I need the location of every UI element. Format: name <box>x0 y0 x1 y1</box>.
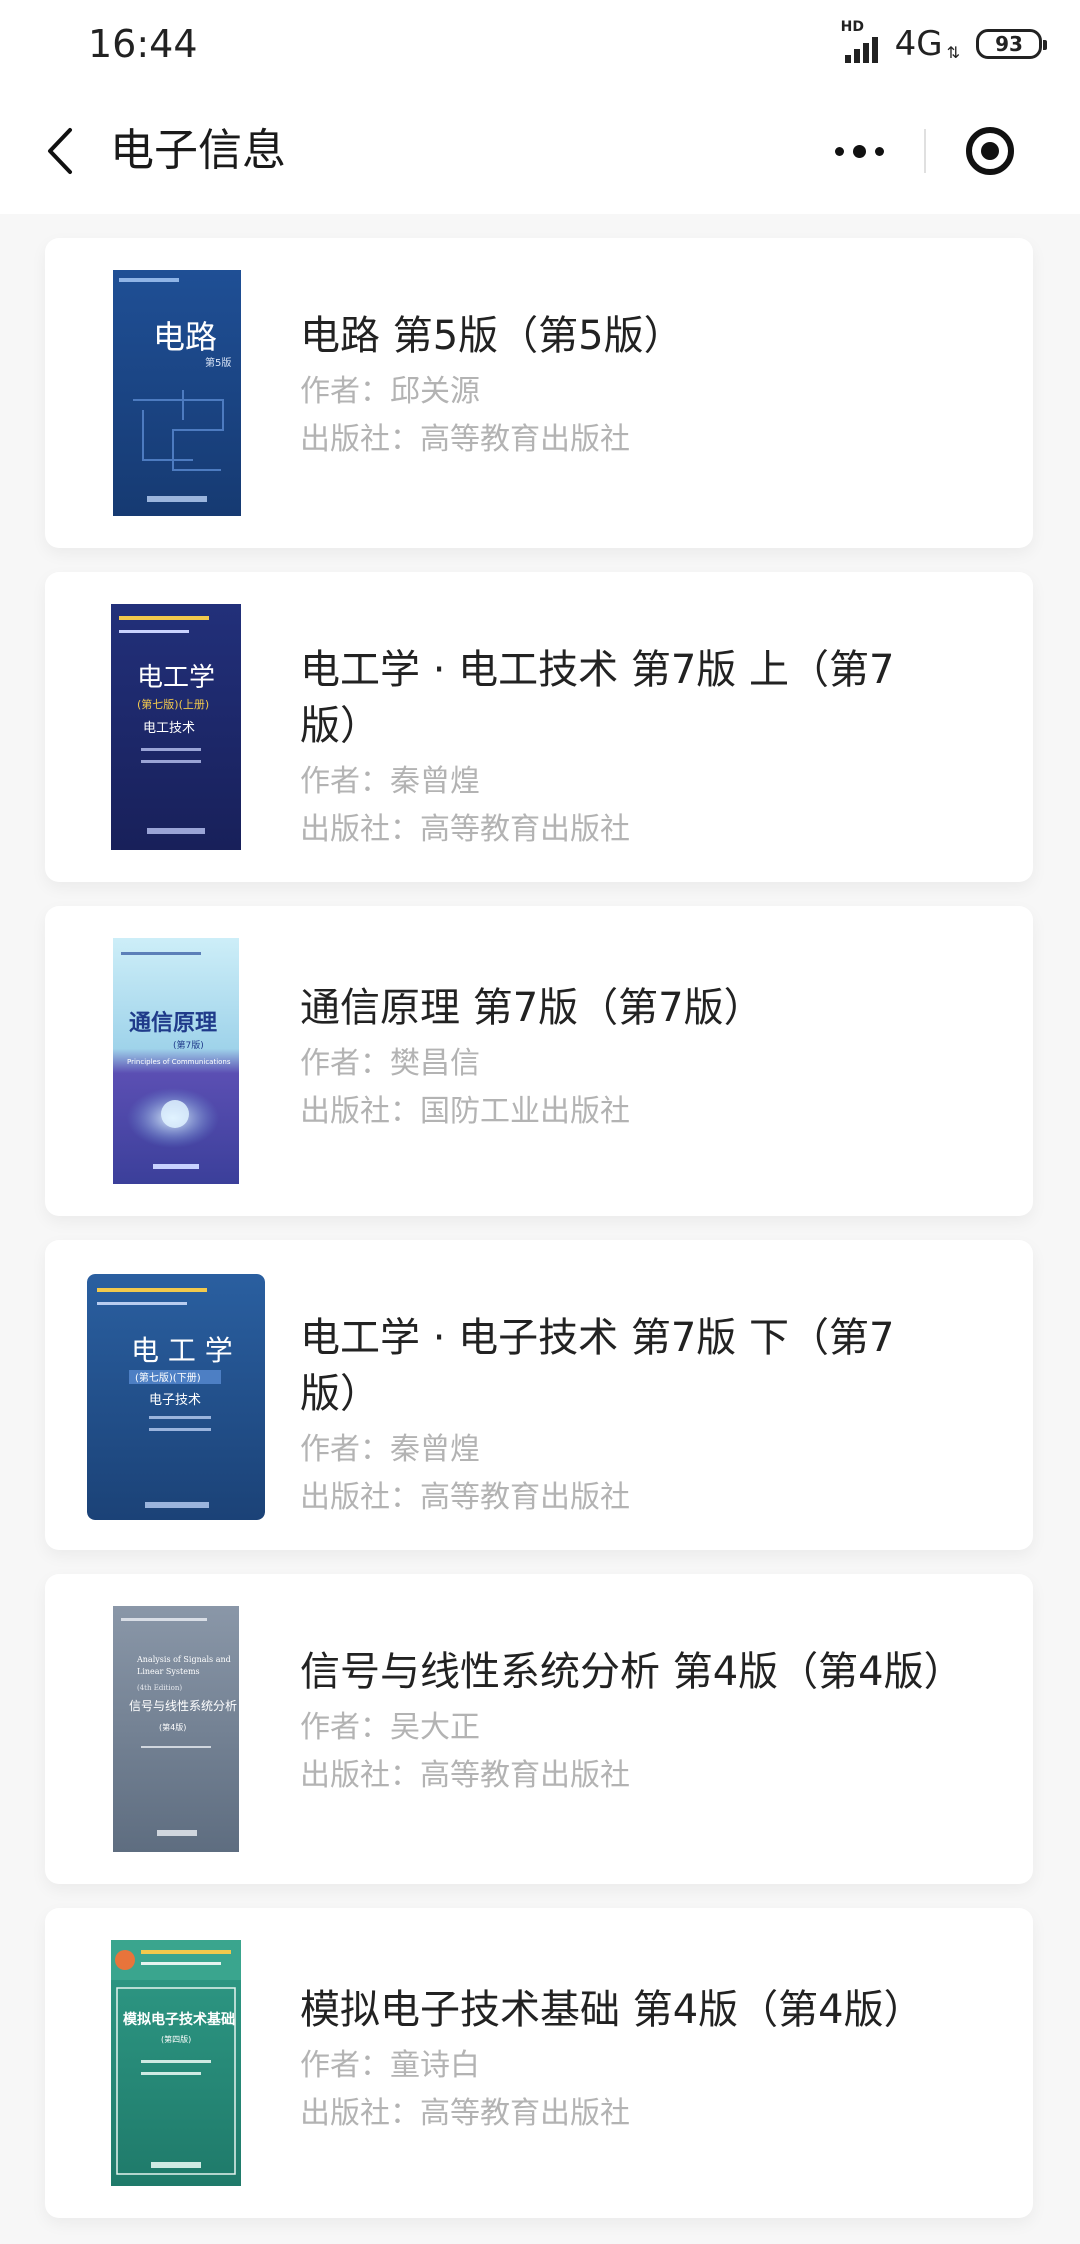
svg-text:模拟电子技术基础: 模拟电子技术基础 <box>123 2011 235 2028</box>
book-info: 电工学 · 电子技术 第7版 下（第7版） 作者：秦曾煌 出版社：高等教育出版社 <box>300 1310 950 1522</box>
book-info: 电路 第5版（第5版） 作者：邱关源 出版社：高等教育出版社 <box>300 308 950 464</box>
svg-text:电工学: 电工学 <box>137 663 215 693</box>
book-card[interactable]: 电路 第5版 电路 第5版（第5版） 作者：邱关源 出版社：高等教育出版社 <box>45 238 1033 548</box>
svg-text:电子技术: 电子技术 <box>149 1393 201 1408</box>
book-publisher: 出版社：高等教育出版社 <box>300 1758 630 1793</box>
book-author: 作者：秦曾煌 <box>300 1432 480 1467</box>
book-title: 电工学 · 电工技术 第7版 上（第7版） <box>300 647 895 749</box>
book-card[interactable]: 电工学 (第七版)(上册) 电工技术 电工学 · 电工技术 第7版 上（第7版）… <box>45 572 1033 882</box>
back-arrow-icon <box>48 128 72 174</box>
network-type: 4G <box>894 24 943 64</box>
data-activity-icon: ⇅ <box>946 42 960 62</box>
svg-text:Analysis of Signals and: Analysis of Signals and <box>136 1655 231 1664</box>
svg-text:电工技术: 电工技术 <box>143 721 195 736</box>
target-icon <box>966 127 1014 175</box>
more-dot-icon <box>834 146 844 156</box>
status-icons: HD 4G ⇅ 93 <box>841 19 1047 66</box>
book-cover-image: 通信原理 (第7版) Principles of Communications <box>113 938 239 1184</box>
book-card[interactable]: 通信原理 (第7版) Principles of Communications … <box>45 906 1033 1216</box>
book-info: 模拟电子技术基础 第4版（第4版） 作者：童诗白 出版社：高等教育出版社 <box>300 1982 950 2138</box>
more-button[interactable] <box>794 114 924 188</box>
svg-text:(第4版): (第4版) <box>159 1722 186 1732</box>
svg-text:信号与线性系统分析: 信号与线性系统分析 <box>129 1699 237 1713</box>
svg-text:电 工 学: 电 工 学 <box>131 1334 233 1367</box>
nav-bar: 电子信息 <box>0 88 1080 214</box>
page-title: 电子信息 <box>110 125 286 176</box>
book-publisher: 出版社：高等教育出版社 <box>300 422 630 457</box>
more-dot-icon <box>874 146 884 156</box>
book-title: 信号与线性系统分析 第4版（第4版） <box>300 1649 964 1695</box>
book-card[interactable]: 电 工 学 (第七版)(下册) 电子技术 电工学 · 电子技术 第7版 下（第7… <box>45 1240 1033 1550</box>
book-card[interactable]: Analysis of Signals and Linear Systems (… <box>45 1574 1033 1884</box>
svg-text:Principles of Communications: Principles of Communications <box>127 1058 231 1066</box>
book-publisher: 出版社：高等教育出版社 <box>300 2096 630 2131</box>
status-time: 16:44 <box>88 22 198 66</box>
svg-text:(第四版): (第四版) <box>161 2034 191 2044</box>
book-title: 电路 第5版（第5版） <box>300 313 684 359</box>
more-dot-icon <box>852 144 866 158</box>
book-info: 通信原理 第7版（第7版） 作者：樊昌信 出版社：国防工业出版社 <box>300 980 950 1136</box>
book-info: 电工学 · 电工技术 第7版 上（第7版） 作者：秦曾煌 出版社：高等教育出版社 <box>300 642 950 854</box>
svg-text:通信原理: 通信原理 <box>129 1010 217 1036</box>
book-cover-image: 电路 第5版 <box>113 270 241 516</box>
book-cover-image: Analysis of Signals and Linear Systems (… <box>113 1606 239 1852</box>
book-title: 通信原理 第7版（第7版） <box>300 985 764 1031</box>
book-card[interactable]: 模拟电子技术基础 (第四版) 模拟电子技术基础 第4版（第4版） 作者：童诗白 … <box>45 1908 1033 2218</box>
book-publisher: 出版社：高等教育出版社 <box>300 1480 630 1515</box>
book-info: 信号与线性系统分析 第4版（第4版） 作者：吴大正 出版社：高等教育出版社 <box>300 1644 964 1800</box>
close-mini-program-button[interactable] <box>926 114 1054 188</box>
book-cover-image: 模拟电子技术基础 (第四版) <box>111 1940 241 2186</box>
svg-text:第5版: 第5版 <box>205 356 231 369</box>
book-publisher: 出版社：国防工业出版社 <box>300 1094 630 1129</box>
back-button[interactable] <box>30 118 90 184</box>
battery-level: 93 <box>995 32 1023 56</box>
book-publisher: 出版社：高等教育出版社 <box>300 812 630 847</box>
book-author: 作者：樊昌信 <box>300 1046 480 1081</box>
book-title: 电工学 · 电子技术 第7版 下（第7版） <box>300 1315 895 1417</box>
book-author: 作者：邱关源 <box>300 374 480 409</box>
book-author: 作者：吴大正 <box>300 1710 480 1745</box>
book-cover-image: 电工学 (第七版)(上册) 电工技术 <box>111 604 241 850</box>
svg-text:(4th Edition): (4th Edition) <box>137 1684 182 1692</box>
svg-text:(第七版)(上册): (第七版)(上册) <box>137 697 209 711</box>
mini-program-capsule <box>794 114 1054 188</box>
book-author: 作者：童诗白 <box>300 2048 480 2083</box>
book-cover-image: 电 工 学 (第七版)(下册) 电子技术 <box>87 1274 265 1520</box>
svg-text:Linear Systems: Linear Systems <box>137 1667 200 1676</box>
hd-label: HD <box>840 19 864 35</box>
battery-icon: 93 <box>976 29 1047 59</box>
svg-text:电路: 电路 <box>153 318 217 356</box>
svg-text:(第七版)(下册): (第七版)(下册) <box>135 1371 201 1384</box>
svg-text:(第7版): (第7版) <box>173 1039 204 1051</box>
book-title: 模拟电子技术基础 第4版（第4版） <box>300 1987 924 2033</box>
signal-icon: HD <box>841 19 885 63</box>
status-bar: 16:44 HD 4G ⇅ 93 <box>0 0 1080 88</box>
book-author: 作者：秦曾煌 <box>300 764 480 799</box>
